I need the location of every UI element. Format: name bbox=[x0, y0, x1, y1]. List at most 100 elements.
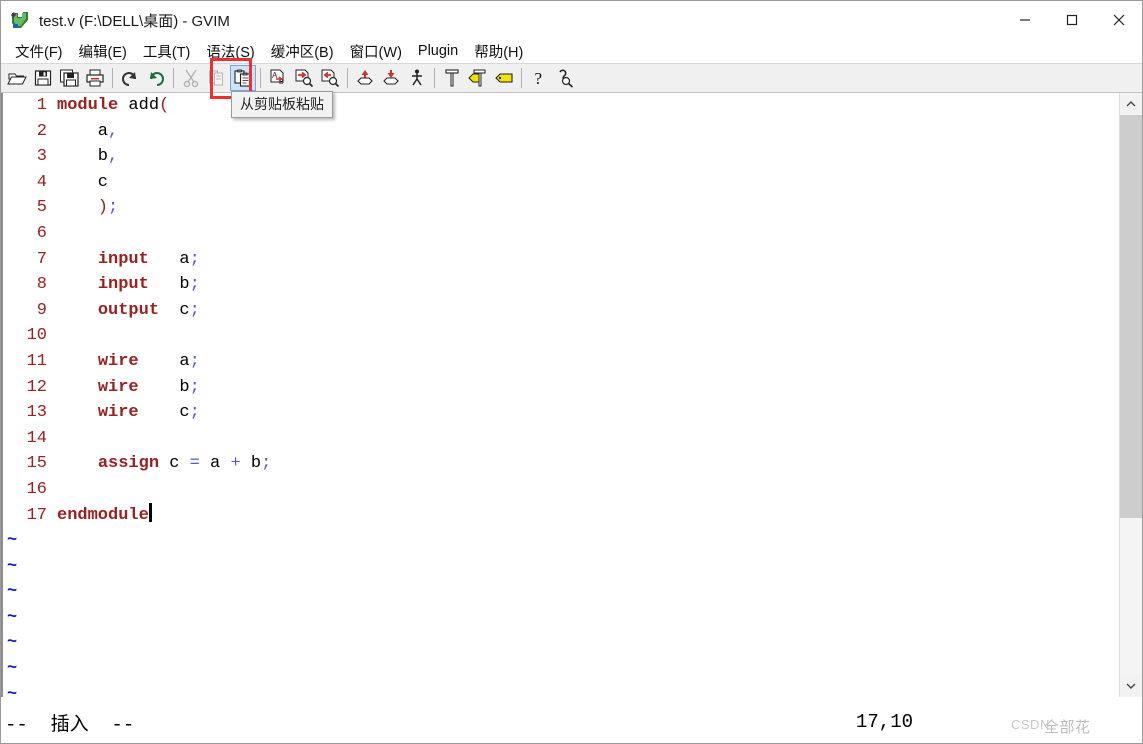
code-token: wire bbox=[97, 351, 139, 371]
line-content: output c; bbox=[47, 298, 200, 324]
save-all-button[interactable] bbox=[56, 65, 82, 91]
line-number: 3 bbox=[36, 147, 47, 167]
code-token: ; bbox=[261, 454, 272, 474]
toolbar-separator bbox=[434, 68, 435, 88]
line-number: 11 bbox=[26, 351, 47, 371]
code-token: ; bbox=[108, 198, 119, 218]
line-content: assign c = a + b; bbox=[47, 451, 271, 477]
menu-buffers[interactable]: 缓冲区(B) bbox=[263, 39, 342, 64]
line-content: ); bbox=[47, 195, 118, 221]
line-number: 12 bbox=[26, 377, 47, 397]
line-content: b, bbox=[47, 144, 118, 170]
menu-window[interactable]: 窗口(W) bbox=[342, 39, 410, 64]
cursor-position-indicator: 17,10 bbox=[856, 711, 914, 733]
menu-plugin[interactable]: Plugin bbox=[410, 41, 466, 61]
load-session-button[interactable] bbox=[352, 65, 378, 91]
code-editor[interactable]: 1 module add(2 a, 3 b, 4 c5 ); 6 7 input a; 8 … bbox=[1, 93, 1142, 697]
line-content: module add( bbox=[47, 93, 169, 119]
gvim-window: test.v (F:\DELL\桌面) - GVIM 文件(F) 编辑(E) 工… bbox=[0, 0, 1143, 744]
save-button[interactable] bbox=[30, 65, 56, 91]
print-button[interactable] bbox=[82, 65, 108, 91]
code-token: ( bbox=[159, 96, 170, 115]
code-line: 3 b, bbox=[3, 144, 1142, 170]
menu-edit[interactable]: 编辑(E) bbox=[71, 39, 135, 64]
code-token: c bbox=[57, 172, 109, 192]
code-line: 12 wire b; bbox=[3, 375, 1142, 401]
code-token: module bbox=[57, 96, 119, 115]
tilde-marker: ~ bbox=[7, 531, 18, 551]
line-content: input b; bbox=[47, 272, 200, 298]
toolbar: A B ? bbox=[1, 63, 1142, 93]
toolbar-separator bbox=[112, 68, 113, 88]
tilde-marker: ~ bbox=[7, 633, 18, 653]
close-button[interactable] bbox=[1095, 1, 1142, 39]
line-number: 14 bbox=[26, 428, 47, 448]
line-content: wire b; bbox=[47, 375, 200, 401]
line-content bbox=[47, 221, 57, 247]
build-tags-button[interactable] bbox=[465, 65, 491, 91]
line-number: 13 bbox=[26, 403, 47, 423]
find-prev-button[interactable] bbox=[317, 65, 343, 91]
menu-syntax[interactable]: 语法(S) bbox=[198, 39, 262, 64]
minimize-button[interactable] bbox=[1001, 1, 1048, 39]
find-help-button[interactable] bbox=[552, 65, 578, 91]
line-number: 16 bbox=[26, 479, 47, 499]
code-token: + bbox=[230, 454, 241, 474]
empty-line-markers: ~ ~ ~ ~ ~ ~ ~ bbox=[3, 528, 1142, 697]
copy-button[interactable] bbox=[204, 65, 230, 91]
redo-button[interactable] bbox=[143, 65, 169, 91]
undo-button[interactable] bbox=[117, 65, 143, 91]
code-line: 7 input a; bbox=[3, 247, 1142, 273]
line-content: wire c; bbox=[47, 400, 200, 426]
menu-file[interactable]: 文件(F) bbox=[7, 39, 71, 64]
line-content: c bbox=[47, 170, 108, 196]
make-button[interactable] bbox=[439, 65, 465, 91]
find-replace-button[interactable]: A B bbox=[265, 65, 291, 91]
code-token: b bbox=[138, 377, 190, 397]
status-bar: -- 插入 -- 17,10 bbox=[1, 697, 1142, 743]
find-next-button[interactable] bbox=[291, 65, 317, 91]
text-cursor bbox=[148, 502, 152, 522]
scroll-up-button[interactable] bbox=[1120, 93, 1142, 115]
code-token: b bbox=[240, 454, 262, 474]
jump-tag-button[interactable] bbox=[491, 65, 517, 91]
code-token: a bbox=[57, 121, 109, 141]
scrollbar-thumb[interactable] bbox=[1120, 115, 1142, 518]
menu-tools[interactable]: 工具(T) bbox=[135, 39, 199, 64]
line-number: 8 bbox=[36, 275, 47, 295]
line-content: a, bbox=[47, 119, 118, 145]
code-token: ; bbox=[189, 403, 200, 423]
open-file-button[interactable] bbox=[4, 65, 30, 91]
tilde-marker: ~ bbox=[7, 659, 18, 679]
scroll-down-button[interactable] bbox=[1120, 675, 1142, 697]
help-icon[interactable]: ? bbox=[526, 65, 552, 91]
toolbar-separator bbox=[173, 68, 174, 88]
code-line: 1 module add( bbox=[3, 93, 1142, 119]
code-line: 6 bbox=[3, 221, 1142, 247]
line-number: 15 bbox=[26, 454, 47, 474]
code-line: 14 bbox=[3, 426, 1142, 452]
code-line: 11 wire a; bbox=[3, 349, 1142, 375]
line-content bbox=[47, 426, 57, 452]
run-script-button[interactable] bbox=[404, 65, 430, 91]
scrollbar-track[interactable] bbox=[1120, 115, 1142, 675]
paste-button[interactable] bbox=[230, 65, 256, 91]
save-session-button[interactable] bbox=[378, 65, 404, 91]
csdn-watermark: CSDN 全部花 bbox=[1011, 717, 1090, 736]
menu-help[interactable]: 帮助(H) bbox=[466, 39, 531, 64]
cut-button[interactable] bbox=[178, 65, 204, 91]
line-number: 7 bbox=[36, 249, 47, 269]
line-number: 17 bbox=[26, 505, 47, 525]
code-line: 9 output c; bbox=[3, 298, 1142, 324]
tilde-marker: ~ bbox=[7, 684, 18, 697]
line-number: 1 bbox=[36, 96, 47, 115]
title-bar: test.v (F:\DELL\桌面) - GVIM bbox=[1, 1, 1142, 39]
vertical-scrollbar[interactable] bbox=[1119, 93, 1142, 697]
tilde-marker: ~ bbox=[7, 582, 18, 602]
code-line: 2 a, bbox=[3, 119, 1142, 145]
maximize-button[interactable] bbox=[1048, 1, 1095, 39]
line-number: 2 bbox=[36, 121, 47, 141]
code-token: = bbox=[189, 454, 200, 474]
